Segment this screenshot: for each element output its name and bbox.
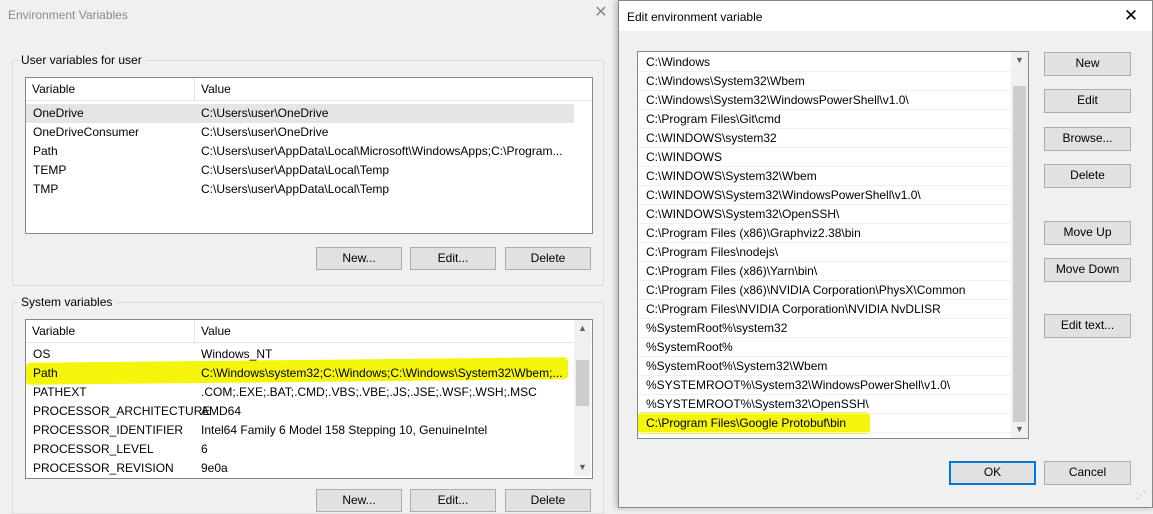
- list-item[interactable]: C:\WINDOWS: [638, 148, 1012, 167]
- row-value: 6: [201, 442, 208, 456]
- row-variable: Path: [33, 144, 58, 158]
- table-row[interactable]: Path C:\Windows\system32;C:\Windows;C:\W…: [26, 364, 592, 383]
- list-item[interactable]: C:\WINDOWS\System32\Wbem: [638, 167, 1012, 186]
- row-value: C:\Users\user\AppData\Local\Temp: [201, 163, 390, 177]
- table-row[interactable]: TEMP C:\Users\user\AppData\Local\Temp: [26, 161, 592, 180]
- list-item[interactable]: %SystemRoot%\system32: [638, 319, 1012, 338]
- row-value: Windows_NT: [201, 347, 273, 361]
- browse-button[interactable]: Browse...: [1044, 127, 1131, 151]
- table-row[interactable]: OneDrive C:\Users\user\OneDrive: [26, 104, 574, 123]
- row-variable: PROCESSOR_LEVEL: [33, 442, 154, 456]
- list-item[interactable]: C:\Program Files (x86)\Graphviz2.38\bin: [638, 224, 1012, 243]
- scrollbar-thumb[interactable]: [576, 360, 589, 406]
- edit-button[interactable]: Edit: [1044, 89, 1131, 113]
- table-row[interactable]: PATHEXT .COM;.EXE;.BAT;.CMD;.VBS;.VBE;.J…: [26, 383, 592, 402]
- row-variable: PROCESSOR_REVISION: [33, 461, 174, 475]
- list-item[interactable]: C:\Program Files\Git\cmd: [638, 110, 1012, 129]
- list-item[interactable]: C:\Program Files\NVIDIA Corporation\NVID…: [638, 300, 1012, 319]
- column-header-value[interactable]: Value: [195, 78, 575, 100]
- table-row[interactable]: PROCESSOR_REVISION 9e0a: [26, 459, 592, 478]
- list-item[interactable]: C:\Program Files\nodejs\: [638, 243, 1012, 262]
- list-item[interactable]: %SYSTEMROOT%\System32\WindowsPowerShell\…: [638, 376, 1012, 395]
- table-row[interactable]: TMP C:\Users\user\AppData\Local\Temp: [26, 180, 592, 199]
- row-variable: PROCESSOR_IDENTIFIER: [33, 423, 184, 437]
- chevron-up-icon[interactable]: ▼: [1011, 52, 1028, 69]
- row-value: AMD64: [201, 404, 242, 418]
- row-variable: Path: [33, 366, 58, 380]
- row-value: Intel64 Family 6 Model 158 Stepping 10, …: [201, 423, 488, 437]
- list-header: Variable Value: [26, 78, 592, 101]
- system-variables-label: System variables: [18, 295, 116, 309]
- user-variables-list[interactable]: Variable Value OneDrive C:\Users\user\On…: [25, 77, 593, 234]
- table-row[interactable]: PROCESSOR_LEVEL 6: [26, 440, 592, 459]
- row-variable: OneDrive: [33, 106, 84, 120]
- row-variable: TMP: [33, 182, 59, 196]
- close-icon[interactable]: ✕: [592, 4, 610, 22]
- chevron-down-icon[interactable]: ▼: [574, 459, 591, 476]
- row-variable: OS: [33, 347, 51, 361]
- user-new-button[interactable]: New...: [316, 247, 402, 270]
- cancel-button[interactable]: Cancel: [1044, 461, 1131, 485]
- move-up-button[interactable]: Move Up: [1044, 221, 1131, 245]
- user-variables-label: User variables for user: [18, 53, 145, 67]
- system-list-scrollbar[interactable]: ▲ ▼: [574, 320, 591, 476]
- row-value: C:\Users\user\AppData\Local\Microsoft\Wi…: [201, 144, 563, 158]
- list-item[interactable]: C:\Windows: [638, 53, 1012, 72]
- table-row[interactable]: OS Windows_NT: [26, 345, 592, 364]
- chevron-up-icon[interactable]: ▲: [574, 320, 591, 337]
- edit-text-button[interactable]: Edit text...: [1044, 314, 1131, 338]
- list-item[interactable]: C:\Program Files (x86)\NVIDIA Corporatio…: [638, 281, 1012, 300]
- title-bar: Edit environment variable ✕: [619, 1, 1152, 31]
- list-item[interactable]: C:\Program Files (x86)\Yarn\bin\: [638, 262, 1012, 281]
- ok-button[interactable]: OK: [949, 461, 1036, 485]
- column-header-variable[interactable]: Variable: [26, 78, 194, 100]
- close-icon[interactable]: ✕: [1121, 6, 1141, 26]
- list-item[interactable]: C:\WINDOWS\System32\OpenSSH\: [638, 205, 1012, 224]
- system-delete-button[interactable]: Delete: [505, 489, 591, 512]
- table-row[interactable]: PROCESSOR_ARCHITECTURE AMD64: [26, 402, 592, 421]
- column-header-variable[interactable]: Variable: [26, 320, 194, 342]
- row-variable: TEMP: [33, 163, 67, 177]
- row-value: C:\Users\user\OneDrive: [201, 125, 329, 139]
- list-item[interactable]: C:\Windows\System32\WindowsPowerShell\v1…: [638, 91, 1012, 110]
- list-item[interactable]: %SystemRoot%\System32\Wbem: [638, 357, 1012, 376]
- system-variables-list[interactable]: Variable Value OS Windows_NT Path C:\Win…: [25, 319, 593, 479]
- list-item-highlighted[interactable]: C:\Program Files\Google Protobuf\bin: [638, 414, 1012, 433]
- row-value: C:\Users\user\AppData\Local\Temp: [201, 182, 390, 196]
- row-value: C:\Windows\system32;C:\Windows;C:\Window…: [201, 366, 563, 380]
- environment-variables-dialog: Environment Variables ✕ User variables f…: [0, 0, 620, 514]
- table-row[interactable]: OneDriveConsumer C:\Users\user\OneDrive: [26, 123, 592, 142]
- system-new-button[interactable]: New...: [316, 489, 402, 512]
- row-variable: OneDriveConsumer: [33, 125, 140, 139]
- row-variable: PATHEXT: [33, 385, 87, 399]
- resize-grip-icon[interactable]: ⋰: [1136, 490, 1150, 504]
- system-edit-button[interactable]: Edit...: [410, 489, 496, 512]
- user-edit-button[interactable]: Edit...: [410, 247, 496, 270]
- row-value: C:\Users\user\OneDrive: [201, 106, 329, 120]
- move-down-button[interactable]: Move Down: [1044, 258, 1131, 282]
- row-value: 9e0a: [201, 461, 228, 475]
- dialog-title: Environment Variables: [8, 8, 128, 22]
- list-item[interactable]: C:\WINDOWS\System32\WindowsPowerShell\v1…: [638, 186, 1012, 205]
- list-header: Variable Value: [26, 320, 592, 343]
- path-list[interactable]: C:\Windows C:\Windows\System32\Wbem C:\W…: [637, 51, 1029, 439]
- row-variable: PROCESSOR_ARCHITECTURE: [33, 404, 211, 418]
- path-list-scrollbar[interactable]: ▼ ▼: [1011, 52, 1028, 438]
- list-item[interactable]: C:\WINDOWS\system32: [638, 129, 1012, 148]
- row-value: .COM;.EXE;.BAT;.CMD;.VBS;.VBE;.JS;.JSE;.…: [201, 385, 537, 399]
- delete-button[interactable]: Delete: [1044, 164, 1131, 188]
- user-delete-button[interactable]: Delete: [505, 247, 591, 270]
- new-button[interactable]: New: [1044, 52, 1131, 76]
- list-item[interactable]: %SystemRoot%: [638, 338, 1012, 357]
- edit-environment-variable-dialog: Edit environment variable ✕ C:\Windows C…: [618, 0, 1153, 508]
- chevron-down-icon[interactable]: ▼: [1011, 421, 1028, 438]
- table-row[interactable]: PROCESSOR_IDENTIFIER Intel64 Family 6 Mo…: [26, 421, 592, 440]
- table-row[interactable]: Path C:\Users\user\AppData\Local\Microso…: [26, 142, 592, 161]
- scrollbar-thumb[interactable]: [1013, 86, 1026, 422]
- list-item[interactable]: %SYSTEMROOT%\System32\OpenSSH\: [638, 395, 1012, 414]
- column-header-value[interactable]: Value: [195, 320, 575, 342]
- list-item[interactable]: C:\Windows\System32\Wbem: [638, 72, 1012, 91]
- dialog-title: Edit environment variable: [627, 10, 763, 24]
